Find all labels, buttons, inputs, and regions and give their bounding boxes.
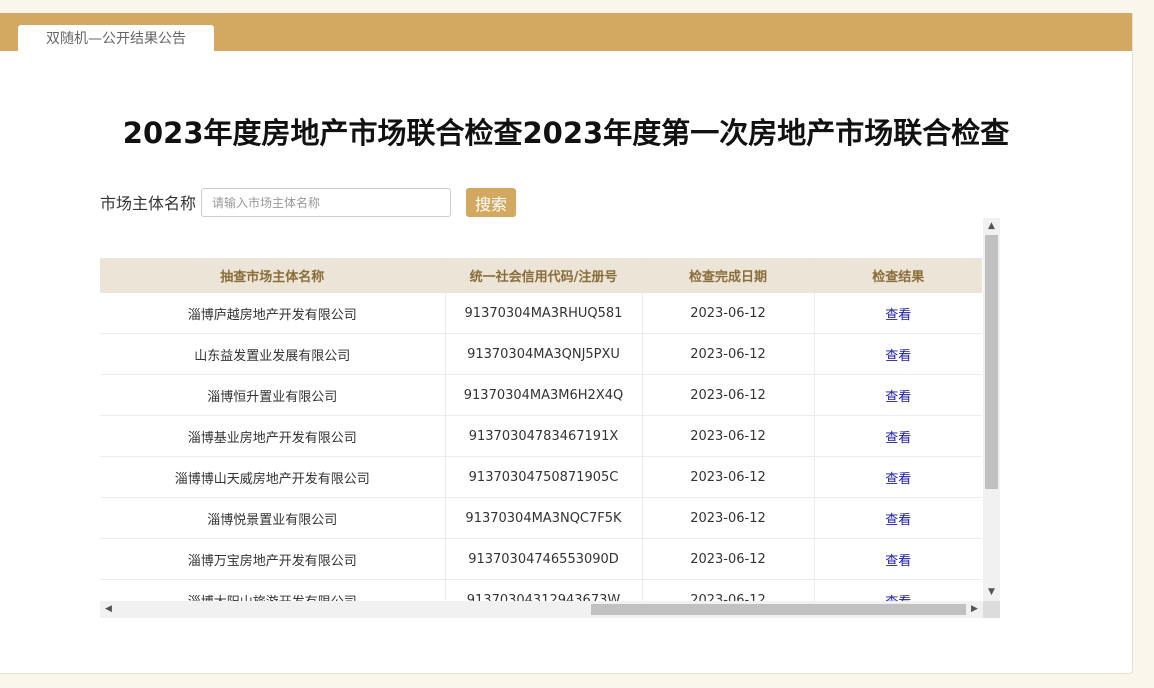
search-label: 市场主体名称 — [100, 194, 197, 213]
column-header-date: 检查完成日期 — [642, 258, 815, 293]
cell-date: 2023-06-12 — [642, 374, 815, 416]
view-result-link[interactable]: 查看 — [885, 349, 911, 364]
cell-date: 2023-06-12 — [642, 293, 815, 334]
tab-random-inspection-results[interactable]: 双随机—公开结果公告 — [18, 25, 214, 51]
scroll-down-arrow-icon[interactable]: ▼ — [983, 588, 1000, 597]
tab-bar: 双随机—公开结果公告 — [0, 13, 1132, 51]
cell-name: 淄博恒升置业有限公司 — [100, 374, 446, 416]
view-result-link[interactable]: 查看 — [885, 472, 911, 487]
view-result-link[interactable]: 查看 — [885, 554, 911, 569]
search-input[interactable] — [201, 188, 451, 217]
view-result-link[interactable]: 查看 — [885, 390, 911, 405]
cell-result: 查看 — [814, 538, 982, 580]
cell-name: 山东益发置业发展有限公司 — [100, 333, 446, 375]
cell-name: 淄博庐越房地产开发有限公司 — [100, 293, 446, 334]
scroll-left-arrow-icon[interactable]: ◀ — [100, 605, 117, 614]
table-header-row: 抽查市场主体名称 统一社会信用代码/注册号 检查完成日期 检查结果 — [100, 258, 982, 293]
vertical-scroll-thumb[interactable] — [985, 235, 998, 489]
results-table: 抽查市场主体名称 统一社会信用代码/注册号 检查完成日期 检查结果 淄博庐越房地… — [100, 258, 982, 618]
cell-code: 91370304MA3RHUQ581 — [445, 293, 643, 334]
table-row: 淄博悦景置业有限公司 91370304MA3NQC7F5K 2023-06-12… — [100, 497, 982, 539]
cell-name: 淄博万宝房地产开发有限公司 — [100, 538, 446, 580]
cell-result: 查看 — [814, 333, 982, 375]
cell-name: 淄博博山天威房地产开发有限公司 — [100, 456, 446, 498]
column-header-name: 抽查市场主体名称 — [100, 258, 446, 293]
cell-result: 查看 — [814, 415, 982, 457]
cell-result: 查看 — [814, 456, 982, 498]
table-row: 山东益发置业发展有限公司 91370304MA3QNJ5PXU 2023-06-… — [100, 333, 982, 375]
scroll-up-arrow-icon[interactable]: ▲ — [983, 222, 1000, 231]
horizontal-scroll-thumb[interactable] — [591, 604, 966, 615]
cell-date: 2023-06-12 — [642, 415, 815, 457]
vertical-scrollbar[interactable]: ▲ ▼ — [983, 218, 1000, 601]
cell-date: 2023-06-12 — [642, 538, 815, 580]
cell-result: 查看 — [814, 497, 982, 539]
view-result-link[interactable]: 查看 — [885, 308, 911, 323]
cell-date: 2023-06-12 — [642, 333, 815, 375]
cell-name: 淄博悦景置业有限公司 — [100, 497, 446, 539]
table-row: 淄博恒升置业有限公司 91370304MA3M6H2X4Q 2023-06-12… — [100, 374, 982, 416]
cell-result: 查看 — [814, 374, 982, 416]
horizontal-scrollbar[interactable]: ◀ ▶ — [100, 601, 1000, 618]
cell-result: 查看 — [814, 293, 982, 334]
cell-code: 91370304MA3QNJ5PXU — [445, 333, 643, 375]
scrollbar-corner — [983, 601, 1000, 618]
cell-code: 91370304750871905C — [445, 456, 643, 498]
view-result-link[interactable]: 查看 — [885, 431, 911, 446]
cell-code: 91370304746553090D — [445, 538, 643, 580]
column-header-result: 检查结果 — [814, 258, 982, 293]
scroll-right-arrow-icon[interactable]: ▶ — [966, 605, 983, 614]
column-header-credit-code: 统一社会信用代码/注册号 — [445, 258, 643, 293]
cell-name: 淄博基业房地产开发有限公司 — [100, 415, 446, 457]
cell-date: 2023-06-12 — [642, 497, 815, 539]
page-title: 2023年度房地产市场联合检查2023年度第一次房地产市场联合检查 — [122, 116, 1010, 150]
table-row: 淄博庐越房地产开发有限公司 91370304MA3RHUQ581 2023-06… — [100, 293, 982, 334]
table-row: 淄博万宝房地产开发有限公司 91370304746553090D 2023-06… — [100, 538, 982, 580]
cell-code: 91370304MA3M6H2X4Q — [445, 374, 643, 416]
cell-code: 91370304MA3NQC7F5K — [445, 497, 643, 539]
table-row: 淄博基业房地产开发有限公司 91370304783467191X 2023-06… — [100, 415, 982, 457]
cell-code: 91370304783467191X — [445, 415, 643, 457]
cell-date: 2023-06-12 — [642, 456, 815, 498]
results-table-container: 抽查市场主体名称 统一社会信用代码/注册号 检查完成日期 检查结果 淄博庐越房地… — [100, 218, 1000, 618]
view-result-link[interactable]: 查看 — [885, 513, 911, 528]
search-button[interactable]: 搜索 — [466, 188, 516, 217]
table-row: 淄博博山天威房地产开发有限公司 91370304750871905C 2023-… — [100, 456, 982, 498]
